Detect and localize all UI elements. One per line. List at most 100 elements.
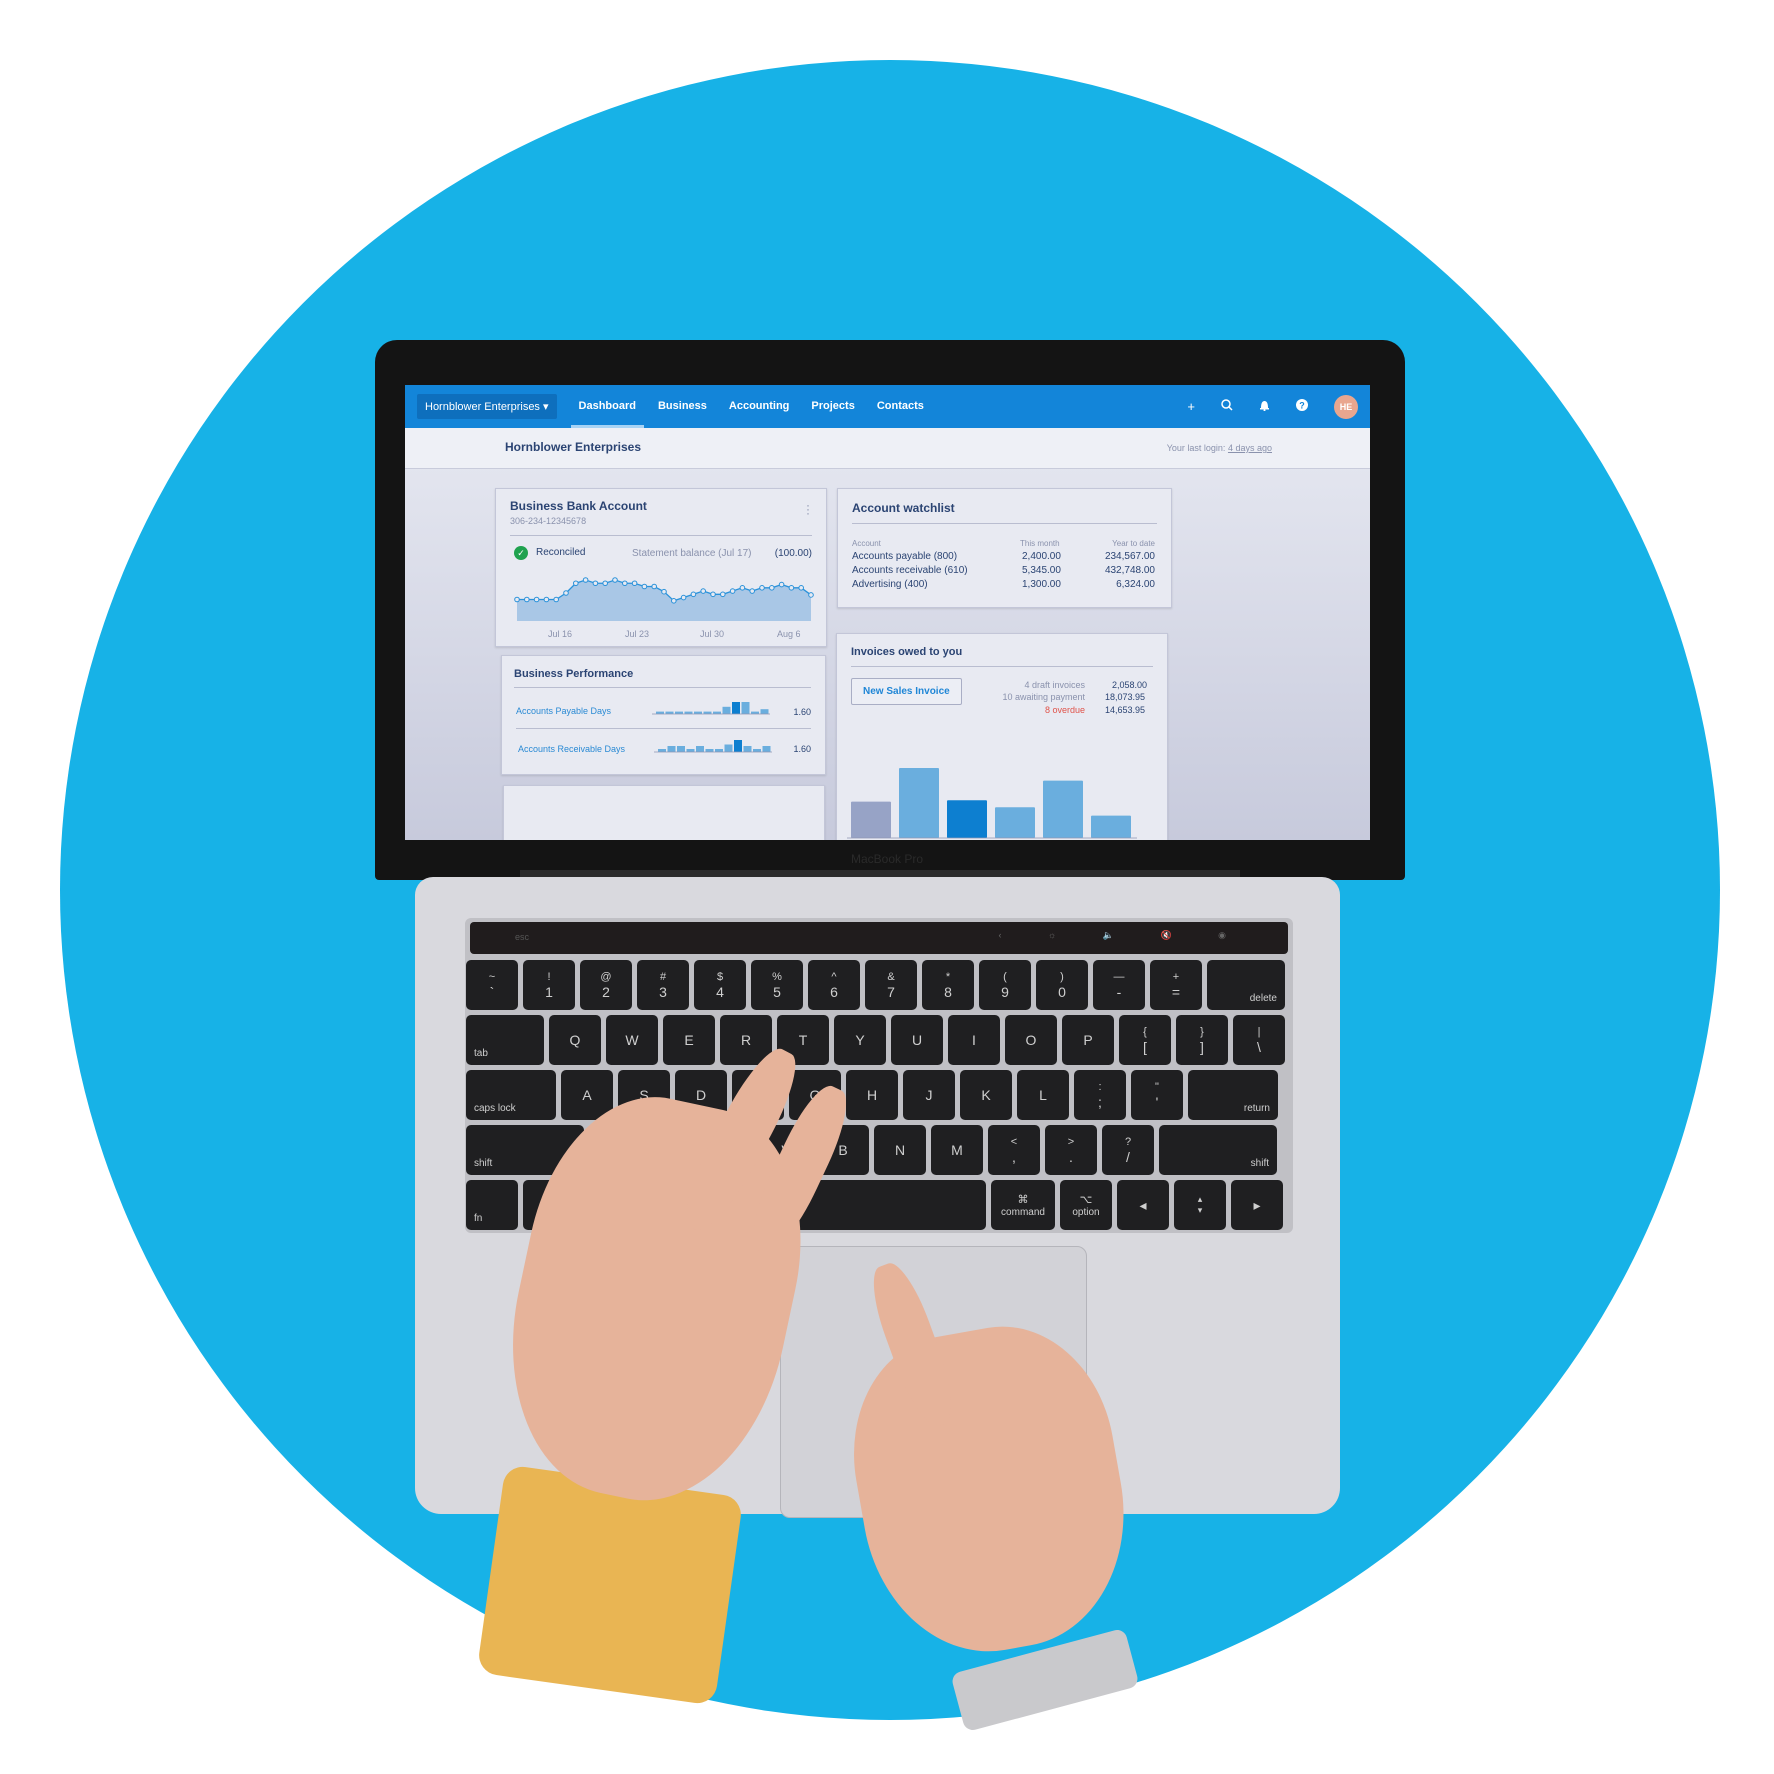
spark-bar <box>760 709 769 714</box>
key[interactable]: @2 <box>580 960 632 1010</box>
bank-balance-chart <box>514 577 814 621</box>
watch-row-ytd: 6,324.00 <box>1116 579 1155 590</box>
divider <box>514 687 811 688</box>
key[interactable]: H <box>846 1070 898 1120</box>
key-arrow-left[interactable]: ◂ <box>1117 1180 1169 1230</box>
key-command-right[interactable]: ⌘ command <box>991 1180 1055 1230</box>
perf-row-label[interactable]: Accounts Receivable Days <box>518 744 625 754</box>
key[interactable]: O <box>1005 1015 1057 1065</box>
performance-title[interactable]: Business Performance <box>514 668 633 680</box>
key[interactable]: J <box>903 1070 955 1120</box>
key[interactable]: #3 <box>637 960 689 1010</box>
key[interactable]: — - <box>1093 960 1145 1010</box>
watch-row-account[interactable]: Advertising (400) <box>852 579 928 590</box>
org-switcher[interactable]: Hornblower Enterprises ▾ <box>417 394 557 419</box>
invoices-bar-chart: OlderOct 30 - Nov 5This weekNov 13 - 19N… <box>847 768 1137 839</box>
watchlist-title[interactable]: Account watchlist <box>852 501 955 515</box>
search-icon[interactable] <box>1221 399 1233 414</box>
invoice-bar <box>947 800 987 838</box>
invoice-summary-overdue[interactable]: 8 overdue <box>1045 705 1085 715</box>
help-icon[interactable]: ? <box>1296 399 1308 414</box>
nav-contacts[interactable]: Contacts <box>877 385 924 428</box>
key[interactable]: ! 1 <box>523 960 575 1010</box>
key-tab[interactable]: tab <box>466 1015 544 1065</box>
key[interactable]: E <box>663 1015 715 1065</box>
key[interactable]: P <box>1062 1015 1114 1065</box>
data-point <box>690 591 697 598</box>
more-options-icon[interactable]: · · · <box>806 499 810 519</box>
key[interactable]: $4 <box>694 960 746 1010</box>
key-option-right[interactable]: ⌥ option <box>1060 1180 1112 1230</box>
nav-business[interactable]: Business <box>658 385 707 428</box>
key[interactable]: }] <box>1176 1015 1228 1065</box>
data-point <box>778 581 785 588</box>
yellow-sleeve <box>476 1464 744 1706</box>
nav-projects[interactable]: Projects <box>811 385 854 428</box>
watch-row-account[interactable]: Accounts receivable (610) <box>852 565 968 576</box>
key[interactable]: " ' <box>1131 1070 1183 1120</box>
nav-dashboard[interactable]: Dashboard <box>570 385 645 428</box>
key[interactable]: K <box>960 1070 1012 1120</box>
key[interactable]: ~ ` <box>466 960 518 1010</box>
bell-icon[interactable] <box>1259 399 1270 414</box>
invoice-summary-label[interactable]: 10 awaiting payment <box>1002 692 1085 702</box>
invoice-summary-label[interactable]: 4 draft invoices <box>1024 680 1085 690</box>
key[interactable]: (9 <box>979 960 1031 1010</box>
divider <box>851 666 1153 667</box>
invoices-title[interactable]: Invoices owed to you <box>851 646 962 658</box>
key[interactable]: U <box>891 1015 943 1065</box>
spark-bar <box>658 749 666 752</box>
watch-row-account[interactable]: Accounts payable (800) <box>852 551 957 562</box>
data-point <box>759 585 765 591</box>
key-fn[interactable]: fn <box>466 1180 518 1230</box>
nav-accounting[interactable]: Accounting <box>729 385 790 428</box>
data-point <box>720 591 726 598</box>
key[interactable]: N <box>874 1125 926 1175</box>
bank-account-title[interactable]: Business Bank Account <box>510 499 647 513</box>
data-point <box>661 588 667 595</box>
key[interactable]: Q <box>549 1015 601 1065</box>
key-return[interactable]: return <box>1188 1070 1278 1120</box>
key[interactable]: ) 0 <box>1036 960 1088 1010</box>
key[interactable]: Y <box>834 1015 886 1065</box>
key-shift-right[interactable]: shift <box>1159 1125 1277 1175</box>
statement-balance-label: Statement balance (Jul 17) <box>632 548 752 559</box>
touch-bar[interactable]: esc ‹ ☼ 🔈 🔇 ◉ <box>470 922 1288 954</box>
key[interactable]: ? / <box>1102 1125 1154 1175</box>
reconciled-status: Reconciled <box>536 547 586 558</box>
touchbar-controls[interactable]: ‹ ☼ 🔈 🔇 ◉ <box>998 930 1248 941</box>
data-point <box>602 580 608 587</box>
col-this-month: This month <box>1020 539 1060 548</box>
key[interactable]: % 5 <box>751 960 803 1010</box>
key[interactable]: I <box>948 1015 1000 1065</box>
avatar[interactable]: HE <box>1334 394 1358 419</box>
key[interactable]: >. <box>1045 1125 1097 1175</box>
key[interactable]: L <box>1017 1070 1069 1120</box>
key-arrow-up-down[interactable]: ▴ ▾ <box>1174 1180 1226 1230</box>
key[interactable]: + = <box>1150 960 1202 1010</box>
key[interactable]: ^ 6 <box>808 960 860 1010</box>
key[interactable]: & 7 <box>865 960 917 1010</box>
key[interactable]: :; <box>1074 1070 1126 1120</box>
key-arrow-right[interactable]: ▸ <box>1231 1180 1283 1230</box>
top-nav: Hornblower Enterprises ▾ Dashboard Busin… <box>405 385 1370 428</box>
key[interactable]: {[ <box>1119 1015 1171 1065</box>
key-delete[interactable]: delete <box>1207 960 1285 1010</box>
key[interactable]: M <box>931 1125 983 1175</box>
key-caps-lock[interactable]: caps lock <box>466 1070 556 1120</box>
data-point <box>543 596 550 603</box>
data-point <box>768 585 775 591</box>
plus-icon[interactable]: + <box>1187 399 1195 414</box>
key[interactable]: | \ <box>1233 1015 1285 1065</box>
touchbar-esc[interactable]: esc <box>515 932 529 942</box>
data-point <box>729 588 736 594</box>
last-login-link[interactable]: 4 days ago <box>1228 443 1272 453</box>
spark-bar <box>667 746 676 752</box>
perf-row-label[interactable]: Accounts Payable Days <box>516 706 611 716</box>
data-point <box>710 591 716 598</box>
key[interactable]: W <box>606 1015 658 1065</box>
business-performance-card: Business Performance Accounts Payable Da… <box>501 655 826 775</box>
new-sales-invoice-button[interactable]: New Sales Invoice <box>851 678 962 705</box>
key[interactable]: <, <box>988 1125 1040 1175</box>
key[interactable]: * 8 <box>922 960 974 1010</box>
